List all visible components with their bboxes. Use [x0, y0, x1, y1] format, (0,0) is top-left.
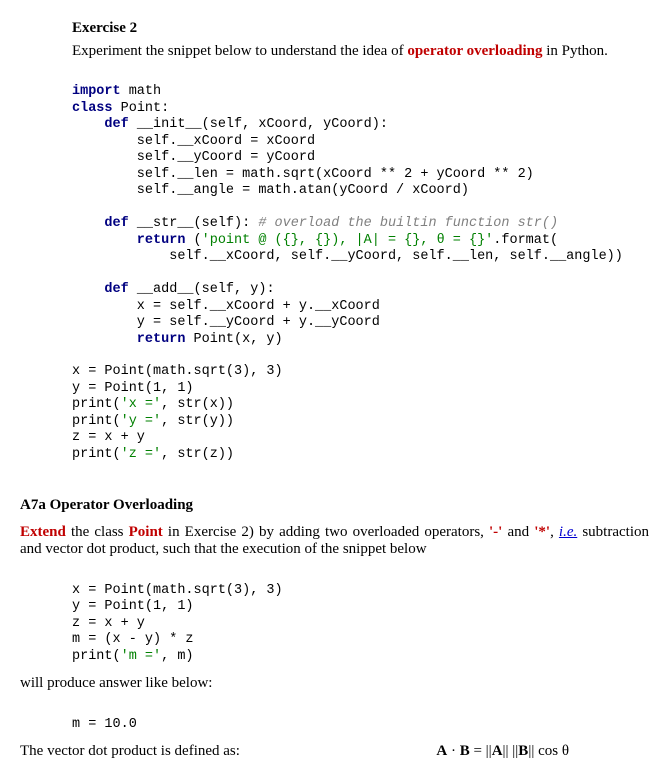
- output-block: m = 10.0: [72, 700, 649, 733]
- code-text: (: [185, 233, 201, 248]
- code-text: m = (x - y) * z: [72, 632, 194, 647]
- kw: def: [72, 216, 129, 231]
- code-text: x = Point(math.sqrt(3), 3): [72, 583, 283, 598]
- vec-b: B: [460, 743, 470, 759]
- code-text: y = self.__yCoord + y.__yCoord: [72, 315, 380, 330]
- op-minus: '-': [489, 524, 502, 540]
- dot-product-formula: A · B = ||A|| ||B|| cos θ: [436, 743, 569, 760]
- code-text: print(: [72, 397, 121, 412]
- mid: || ||: [503, 743, 519, 759]
- txt: ,: [550, 524, 559, 540]
- code-text: print(: [72, 447, 121, 462]
- after-text-2: The vector dot product is defined as:: [20, 743, 240, 760]
- txt: in Exercise 2) by adding two overloaded …: [163, 524, 489, 540]
- string-literal: 'x =': [121, 397, 162, 412]
- code-text: z = x + y: [72, 616, 145, 631]
- string-literal: 'y =': [121, 414, 162, 429]
- comment: # overload the builtin function str(): [258, 216, 558, 231]
- code-block-2: x = Point(math.sqrt(3), 3) y = Point(1, …: [72, 566, 649, 665]
- string-literal: 'z =': [121, 447, 162, 462]
- vec-b2: B: [518, 743, 528, 759]
- kw: return: [72, 233, 185, 248]
- end: || cos θ: [528, 743, 569, 759]
- intro-pre: Experiment the snippet below to understa…: [72, 43, 407, 59]
- code-text: self.__angle = math.atan(yCoord / xCoord…: [72, 183, 469, 198]
- txt: the class: [66, 524, 129, 540]
- code-text: y = Point(1, 1): [72, 381, 194, 396]
- code-text: print(: [72, 414, 121, 429]
- kw: def: [72, 117, 129, 132]
- code-block-1: import math class Point: def __init__(se…: [72, 68, 649, 463]
- code-text: x = Point(math.sqrt(3), 3): [72, 364, 283, 379]
- code-text: self.__len = math.sqrt(xCoord ** 2 + yCo…: [72, 167, 534, 182]
- code-text: __str__(self):: [129, 216, 259, 231]
- kw: def: [72, 282, 129, 297]
- code-text: , str(y)): [161, 414, 234, 429]
- ie-link: i.e.: [559, 524, 577, 540]
- exercise-title: Exercise 2: [72, 20, 649, 37]
- code-text: __init__(self, xCoord, yCoord):: [129, 117, 388, 132]
- section-heading: A7a Operator Overloading: [20, 497, 649, 514]
- output-line: m = 10.0: [72, 717, 137, 732]
- txt: and: [502, 524, 534, 540]
- vec-a2: A: [492, 743, 503, 759]
- code-text: , m): [161, 649, 193, 664]
- task-extend: Extend: [20, 524, 66, 540]
- eq: = ||: [470, 743, 492, 759]
- code-text: Point(x, y): [185, 332, 282, 347]
- code-text: self.__yCoord = yCoord: [72, 150, 315, 165]
- task-paragraph: Extend the class Point in Exercise 2) by…: [20, 524, 649, 558]
- code-text: Point:: [113, 101, 170, 116]
- code-text: y = Point(1, 1): [72, 599, 194, 614]
- code-text: __add__(self, y):: [129, 282, 275, 297]
- code-text: print(: [72, 649, 121, 664]
- task-class-name: Point: [129, 524, 163, 540]
- code-text: self.__xCoord, self.__yCoord, self.__len…: [72, 249, 623, 264]
- code-text: z = x + y: [72, 430, 145, 445]
- exercise-intro: Experiment the snippet below to understa…: [72, 43, 649, 60]
- code-text: x = self.__xCoord + y.__xCoord: [72, 299, 380, 314]
- dot: ·: [447, 743, 460, 759]
- code-text: .format(: [493, 233, 558, 248]
- code-text: , str(z)): [161, 447, 234, 462]
- kw: import: [72, 84, 121, 99]
- after-text-1: will produce answer like below:: [20, 675, 649, 692]
- intro-term: operator overloading: [407, 43, 542, 59]
- code-text: math: [121, 84, 162, 99]
- formula-row: The vector dot product is defined as: A …: [20, 743, 649, 760]
- string-literal: 'point @ ({}, {}), |A| = {}, θ = {}': [202, 233, 494, 248]
- code-text: , str(x)): [161, 397, 234, 412]
- code-text: self.__xCoord = xCoord: [72, 134, 315, 149]
- string-literal: 'm =': [121, 649, 162, 664]
- op-mul: '*': [534, 524, 550, 540]
- kw: return: [72, 332, 185, 347]
- vec-a: A: [436, 743, 447, 759]
- kw: class: [72, 101, 113, 116]
- intro-post: in Python.: [542, 43, 607, 59]
